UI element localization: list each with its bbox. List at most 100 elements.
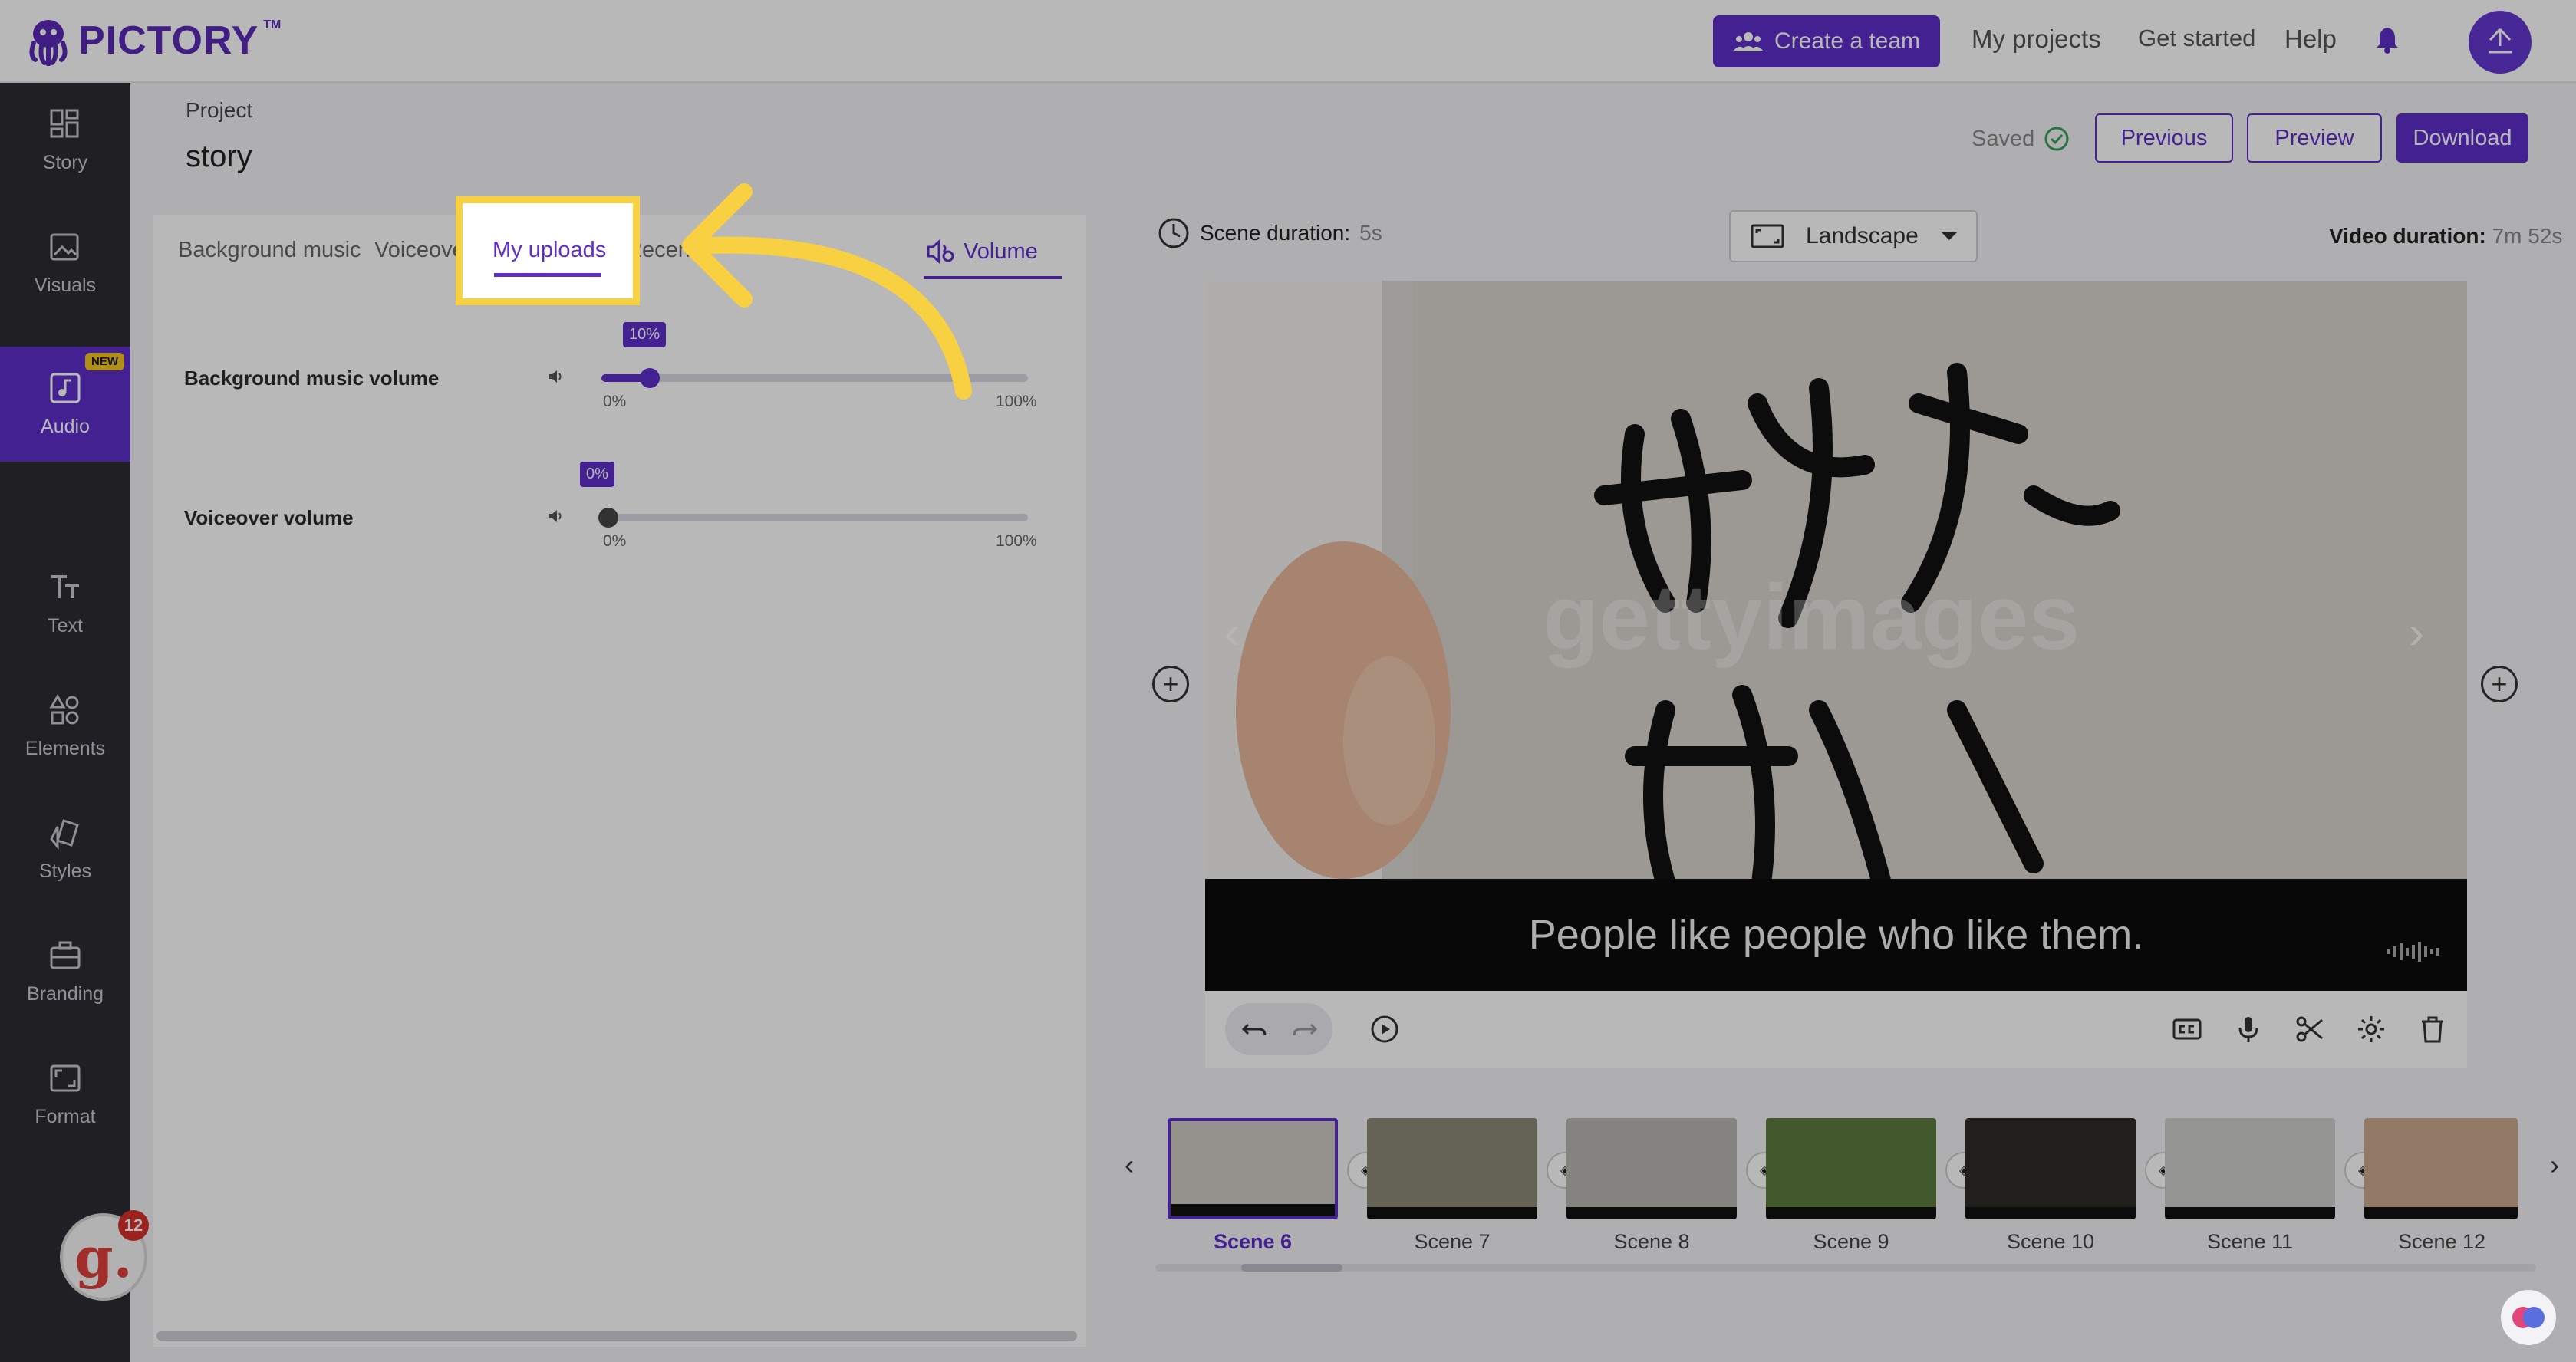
play-icon[interactable] [1369,1014,1400,1045]
sidebar-item-label: Format [35,1105,96,1127]
trademark: TM [263,18,282,31]
orientation-value: Landscape [1806,223,1919,248]
octopus-logo-icon [29,20,68,66]
next-scene-arrow-icon[interactable]: › [2409,606,2424,659]
add-scene-before-icon[interactable]: + [1152,666,1189,702]
strip-right-chevron-icon[interactable]: › [2550,1149,2559,1181]
scene-thumbnail[interactable] [1965,1118,2136,1219]
voiceover-volume-slider[interactable] [598,508,1028,528]
scene-label: Scene 11 [2206,1230,2294,1253]
thumb-caption-bar [1766,1207,1936,1219]
panel-scrollbar[interactable] [156,1331,1077,1341]
notification-count-badge: 12 [118,1210,149,1241]
new-badge: NEW [85,353,124,370]
audio-waveform-icon [2387,942,2439,962]
scene-thumbnail[interactable] [2165,1118,2335,1219]
video-duration-label: Video duration: [2329,224,2486,248]
clock-icon [1158,218,1189,248]
project-name[interactable]: story [186,140,252,174]
user-avatar[interactable] [2469,11,2532,74]
landscape-icon [1751,224,1784,248]
brand-name: PICTORY [78,18,259,63]
scene-duration-value: 5s [1359,221,1382,245]
undo-icon[interactable] [1239,1014,1270,1045]
briefcase-icon [50,941,81,969]
scene-label: Scene 7 [1414,1230,1491,1253]
previous-button[interactable]: Previous [2095,114,2233,163]
pictory-logo[interactable]: PICTORY TM [23,14,281,67]
scene-thumbnail[interactable] [2364,1118,2518,1219]
previous-scene-arrow-icon[interactable]: ‹ [1224,606,1240,659]
shapes-icon [49,693,79,724]
scene-thumbnail[interactable] [1766,1118,1936,1219]
sidebar-item-visuals[interactable]: Visuals [0,206,130,321]
slider-thumb[interactable] [598,508,618,528]
create-team-label: Create a team [1774,28,1921,54]
scene-thumbnail[interactable] [1566,1118,1737,1219]
get-started-link[interactable]: Get started [2138,25,2255,52]
bell-icon[interactable] [2375,26,2400,54]
orientation-dropdown[interactable]: Landscape [1729,210,1978,262]
scene-label: Scene 6 [1213,1230,1293,1253]
speaker-icon[interactable] [548,368,565,385]
slider-value-tooltip: 0% [580,462,614,487]
caption-text[interactable]: People like people who like them. [1205,879,2467,991]
sidebar-item-format[interactable]: Format [0,1037,130,1152]
sidebar-item-styles[interactable]: Styles [0,791,130,906]
sidebar-item-label: Text [48,614,83,637]
undo-redo-group [1225,1003,1332,1055]
sidebar-item-branding[interactable]: Branding [0,914,130,1029]
sidebar-item-label: Story [42,151,88,173]
scene-duration-label: Scene duration: [1200,221,1351,245]
scissors-icon[interactable] [2294,1014,2325,1045]
closed-captions-icon[interactable] [2172,1014,2202,1045]
sidebar-item-label: Visuals [34,274,97,296]
download-label: Download [2413,125,2512,150]
assistant-brain-icon[interactable] [2501,1290,2556,1345]
slider-max-label: 100% [996,532,1037,550]
microphone-icon[interactable] [2233,1014,2264,1045]
video-duration-value: 7m 52s [2492,224,2563,248]
sidebar-item-audio[interactable]: NEW Audio [0,347,130,462]
sidebar-item-label: Elements [25,737,106,759]
tab-my-uploads[interactable]: My uploads [492,238,606,263]
sidebar-item-story[interactable]: Story [0,83,130,198]
sidebar-item-label: Styles [38,860,92,882]
project-label: Project [186,98,253,122]
scene-thumbnail[interactable] [1367,1118,1537,1219]
previous-label: Previous [2120,125,2208,150]
saved-label: Saved [1972,126,2035,151]
sidebar-item-elements[interactable]: Elements [0,669,130,784]
left-sidebar: Story Visuals NEW Audio Text Elements St… [0,83,130,1362]
thumb-caption-bar [2165,1207,2335,1219]
my-projects-link[interactable]: My projects [1972,25,2101,54]
download-button[interactable]: Download [2396,114,2528,163]
thumb-caption-bar [1965,1207,2136,1219]
scene-strip-scrollbar[interactable] [1155,1264,2536,1272]
create-team-button[interactable]: Create a team [1713,15,1940,67]
thumb-caption-bar [1566,1207,1737,1219]
help-link[interactable]: Help [2284,25,2337,54]
brain-icon [2512,1307,2545,1328]
settings-gear-icon[interactable] [2356,1014,2387,1045]
add-scene-after-icon[interactable]: + [2481,666,2518,702]
team-icon [1732,32,1764,51]
sidebar-item-text[interactable]: Text [0,546,130,661]
thumb-caption-bar [2364,1207,2518,1219]
thumb-caption-bar [1171,1204,1335,1216]
scrollbar-thumb[interactable] [1241,1264,1342,1272]
speaker-icon[interactable] [548,508,565,525]
chevron-down-icon [1941,232,1957,240]
slider-thumb[interactable] [640,368,660,388]
grid-icon [50,109,79,137]
preview-button[interactable]: Preview [2247,114,2382,163]
brush-icon [50,818,79,850]
strip-left-chevron-icon[interactable]: ‹ [1125,1149,1134,1181]
sidebar-item-label: Branding [26,982,104,1005]
scene-thumbnail[interactable] [1168,1118,1338,1219]
tab-background-music[interactable]: Background music [178,238,361,263]
trash-icon[interactable] [2417,1014,2448,1045]
redo-icon[interactable] [1290,1014,1320,1045]
scene-duration: Scene duration: 5s [1157,216,1382,250]
scene-label: Scene 12 [2397,1230,2486,1253]
